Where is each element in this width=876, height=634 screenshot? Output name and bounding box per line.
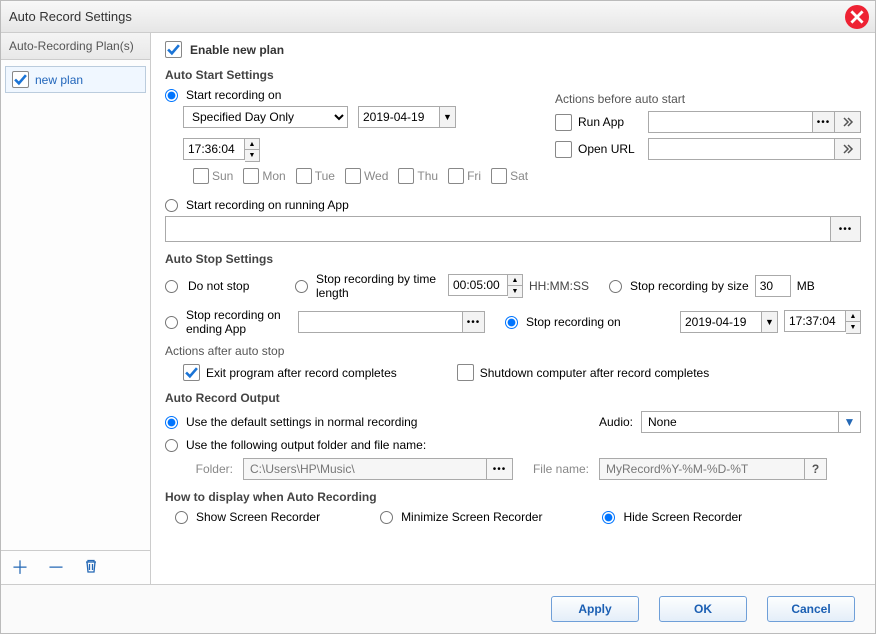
ending-app-input[interactable] (298, 311, 485, 333)
close-icon (850, 10, 864, 24)
stop-time-field[interactable]: ▲▼ (784, 310, 861, 334)
actions-after-stop-label: Actions after auto stop (165, 344, 861, 358)
folder-browse-icon[interactable] (486, 459, 512, 479)
content: Enable new plan Auto Start Settings Star… (151, 33, 875, 584)
sidebar: Auto-Recording Plan(s) new plan ＋ － (1, 33, 151, 584)
audio-label: Audio: (599, 415, 633, 429)
section-display-title: How to display when Auto Recording (165, 490, 861, 504)
check-icon (167, 43, 180, 56)
stop-by-length-radio[interactable]: Stop recording by time length (295, 272, 442, 300)
start-recording-on-radio[interactable]: Start recording on (165, 88, 531, 102)
weekday-thu[interactable] (398, 168, 414, 184)
date-dropdown-icon[interactable]: ▼ (440, 106, 456, 128)
use-following-radio[interactable]: Use the following output folder and file… (165, 438, 861, 452)
weekday-mon[interactable] (243, 168, 259, 184)
running-app-browse-icon[interactable] (830, 217, 860, 241)
weekday-sun[interactable] (193, 168, 209, 184)
open-url-label: Open URL (578, 142, 642, 156)
stop-by-size-radio[interactable]: Stop recording by size (609, 279, 749, 293)
weekday-fri[interactable] (448, 168, 464, 184)
use-default-radio[interactable]: Use the default settings in normal recor… (165, 415, 589, 429)
filename-input[interactable]: ? (599, 458, 827, 480)
ending-app-browse-icon[interactable] (462, 312, 484, 332)
apply-button[interactable]: Apply (551, 596, 639, 622)
footer: Apply OK Cancel (1, 585, 875, 633)
section-output-title: Auto Record Output (165, 391, 861, 405)
open-url-expand-icon[interactable] (834, 139, 860, 159)
exit-program-checkbox[interactable] (183, 364, 200, 381)
start-on-running-radio[interactable]: Start recording on running App (165, 198, 861, 212)
plan-name: new plan (35, 73, 83, 87)
shutdown-checkbox[interactable] (457, 364, 474, 381)
folder-label: Folder: (183, 462, 233, 476)
close-button[interactable] (845, 5, 869, 29)
audio-dropdown-icon[interactable]: ▼ (838, 412, 860, 432)
display-show-radio[interactable]: Show Screen Recorder (175, 510, 320, 524)
body: Auto-Recording Plan(s) new plan ＋ － (1, 33, 875, 585)
delete-plan-button[interactable] (83, 558, 99, 577)
enable-plan-label: Enable new plan (190, 43, 284, 57)
display-minimize-radio[interactable]: Minimize Screen Recorder (380, 510, 542, 524)
filename-label: File name: (523, 462, 589, 476)
running-app-input[interactable] (165, 216, 861, 242)
weekday-row: Sun Mon Tue Wed Thu Fri Sat (193, 168, 531, 184)
do-not-stop-radio[interactable]: Do not stop (165, 279, 275, 293)
sidebar-footer: ＋ － (1, 550, 150, 584)
auto-record-settings-window: Auto Record Settings Auto-Recording Plan… (0, 0, 876, 634)
day-mode-select[interactable]: Specified Day Only (183, 106, 348, 128)
start-date-field[interactable]: ▼ (358, 106, 456, 128)
audio-select[interactable]: ▼ (641, 411, 861, 433)
plan-checkbox[interactable] (12, 71, 29, 88)
run-app-expand-icon[interactable] (834, 112, 860, 132)
trash-icon (83, 558, 99, 574)
run-app-input[interactable] (648, 111, 861, 133)
titlebar: Auto Record Settings (1, 1, 875, 33)
sidebar-header: Auto-Recording Plan(s) (1, 33, 150, 60)
cancel-button[interactable]: Cancel (767, 596, 855, 622)
check-icon (185, 366, 198, 379)
run-app-checkbox[interactable] (555, 114, 572, 131)
time-up-icon[interactable]: ▲ (245, 139, 259, 150)
weekday-tue[interactable] (296, 168, 312, 184)
hhmmss-label: HH:MM:SS (529, 279, 589, 293)
section-start-title: Auto Start Settings (165, 68, 861, 82)
time-down-icon[interactable]: ▼ (245, 150, 259, 161)
stop-length-input[interactable]: ▲▼ (448, 274, 523, 298)
plan-item[interactable]: new plan (5, 66, 146, 93)
plan-list: new plan (1, 60, 150, 550)
run-app-label: Run App (578, 115, 642, 129)
add-plan-button[interactable]: ＋ (11, 559, 29, 577)
enable-plan-checkbox[interactable] (165, 41, 182, 58)
run-app-browse-icon[interactable] (812, 112, 834, 132)
folder-input[interactable] (243, 458, 513, 480)
window-title: Auto Record Settings (9, 9, 132, 24)
weekday-wed[interactable] (345, 168, 361, 184)
ok-button[interactable]: OK (659, 596, 747, 622)
stop-on-radio[interactable]: Stop recording on (505, 315, 621, 329)
section-stop-title: Auto Stop Settings (165, 252, 861, 266)
start-time-field[interactable]: ▲▼ (183, 138, 260, 162)
remove-plan-button[interactable]: － (47, 559, 65, 577)
actions-before-start-label: Actions before auto start (555, 92, 861, 106)
display-hide-radio[interactable]: Hide Screen Recorder (602, 510, 742, 524)
open-url-input[interactable] (648, 138, 861, 160)
stop-size-input[interactable] (755, 275, 791, 297)
stop-on-ending-radio[interactable]: Stop recording on ending App (165, 308, 292, 336)
check-icon (14, 73, 27, 86)
open-url-checkbox[interactable] (555, 141, 572, 158)
weekday-sat[interactable] (491, 168, 507, 184)
filename-help-icon[interactable]: ? (804, 459, 826, 479)
stop-date-field[interactable]: ▼ (680, 311, 778, 333)
